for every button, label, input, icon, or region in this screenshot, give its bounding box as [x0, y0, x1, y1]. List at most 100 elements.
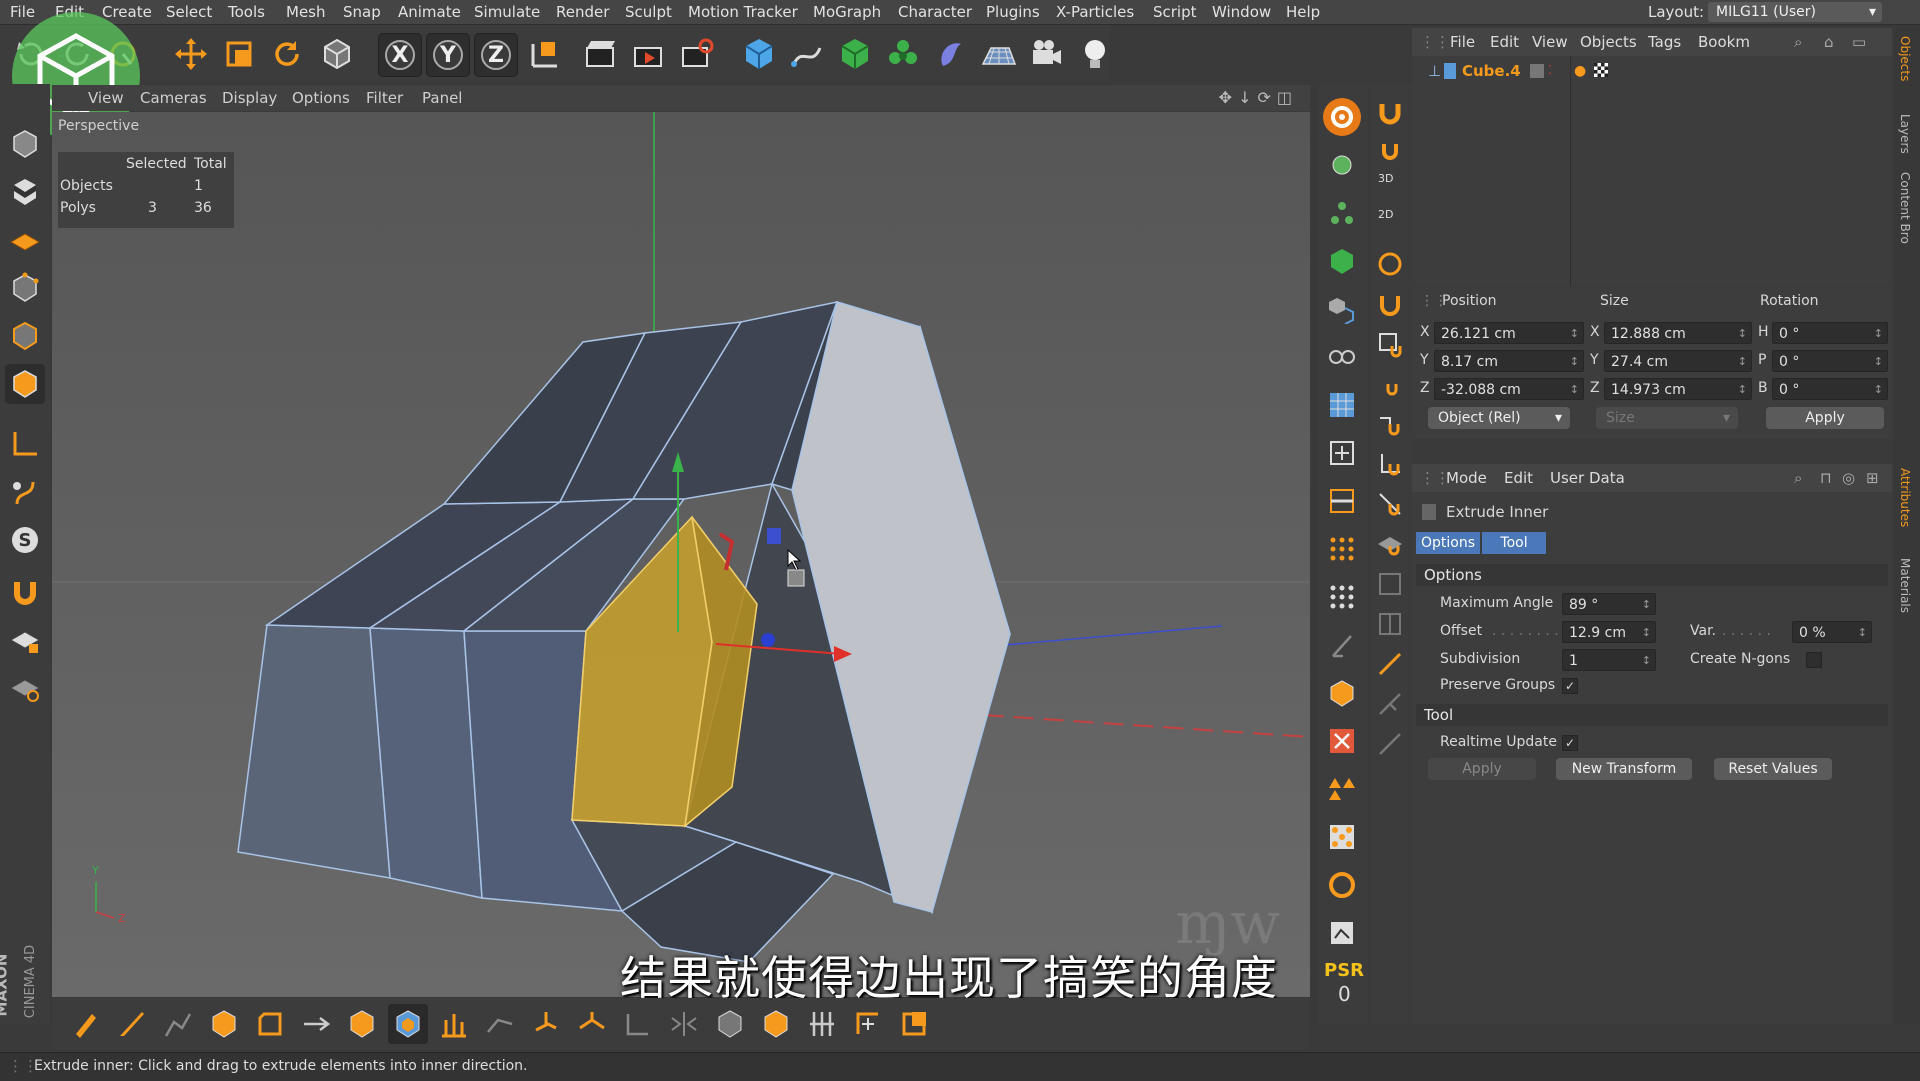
offset-field[interactable]: 12.9 cm — [1562, 621, 1656, 644]
sculpt-button[interactable] — [1323, 98, 1361, 136]
menu-window[interactable]: Window — [1212, 3, 1271, 21]
size-mode-select[interactable]: Size ▾ — [1596, 407, 1738, 429]
target-icon[interactable]: ◎ — [1842, 469, 1855, 487]
polygon-pen-button[interactable] — [158, 1004, 198, 1044]
subdivision-field[interactable]: 1 — [1562, 649, 1656, 672]
max-angle-field[interactable]: 89 ° — [1562, 593, 1656, 616]
om-menu-objects[interactable]: Objects — [1580, 33, 1637, 51]
snap-button[interactable] — [5, 572, 45, 612]
workplane-button[interactable] — [5, 220, 45, 260]
search-icon[interactable]: ⌕ — [1794, 469, 1802, 487]
matrix-extrude-button[interactable] — [434, 1004, 474, 1044]
menu-help[interactable]: Help — [1286, 3, 1320, 21]
instance-button[interactable] — [1323, 290, 1361, 328]
workplane-lock-button[interactable] — [5, 620, 45, 660]
size-y-field[interactable]: 27.4 cm — [1604, 350, 1752, 373]
new-transform-button[interactable]: New Transform — [1556, 758, 1692, 780]
points-mode-button[interactable] — [5, 268, 45, 308]
menu-tools[interactable]: Tools — [228, 3, 265, 21]
planar-workplane-button[interactable] — [5, 668, 45, 708]
tab-options[interactable]: Options — [1416, 532, 1480, 554]
z-axis-lock-button[interactable]: Z — [474, 33, 518, 77]
menu-render[interactable]: Render — [556, 3, 609, 21]
coordinate-mode-select[interactable]: Object (Rel) ▾ — [1428, 407, 1570, 429]
viewport-scene[interactable] — [52, 112, 1310, 997]
material-tag-icon[interactable] — [1594, 63, 1608, 77]
viewport-menu-view[interactable]: View — [88, 89, 124, 107]
rotate-tool-button[interactable] — [266, 33, 308, 75]
axis-mode-button[interactable] — [5, 424, 45, 464]
snap-toggle-button[interactable] — [1374, 98, 1406, 130]
object-name[interactable]: Cube.4 — [1462, 62, 1521, 80]
om-menu-view[interactable]: View — [1532, 33, 1568, 51]
menu-x-particles[interactable]: X-Particles — [1056, 3, 1134, 21]
render-settings-button[interactable] — [676, 33, 718, 75]
keyframe-button[interactable] — [1323, 914, 1361, 952]
rotation-p-field[interactable]: 0 ° — [1772, 350, 1888, 373]
y-axis-lock-button[interactable]: Y — [426, 33, 470, 77]
om-menu-bookmarks[interactable]: Bookm — [1698, 33, 1750, 51]
rotation-b-field[interactable]: 0 ° — [1772, 378, 1888, 401]
add-mograph-button[interactable] — [882, 33, 924, 75]
knife-button[interactable] — [112, 1004, 152, 1044]
attr-menu-mode[interactable]: Mode — [1446, 469, 1487, 487]
triangles-button[interactable] — [1323, 770, 1361, 808]
pattern-button[interactable] — [1323, 818, 1361, 856]
tweak-mode-button[interactable] — [5, 472, 45, 512]
recycle-button[interactable] — [1323, 866, 1361, 904]
menu-select[interactable]: Select — [166, 3, 212, 21]
side-tab-materials[interactable]: Materials — [1898, 558, 1912, 613]
smooth-shift-button[interactable] — [480, 1004, 520, 1044]
cube-orange-button[interactable] — [1323, 674, 1361, 712]
preserve-groups-checkbox[interactable]: ✓ — [1562, 678, 1578, 694]
menu-simulate[interactable]: Simulate — [474, 3, 540, 21]
om-menu-edit[interactable]: Edit — [1490, 33, 1519, 51]
position-x-field[interactable]: 26.121 cm — [1434, 322, 1584, 345]
make-editable-button[interactable] — [5, 124, 45, 164]
var-field[interactable]: 0 % — [1792, 621, 1872, 644]
visibility-dots-icon[interactable]: ⁚ — [1548, 63, 1552, 77]
menu-character[interactable]: Character — [898, 3, 972, 21]
lock-icon[interactable]: ⊓ — [1820, 469, 1832, 487]
x-axis-lock-button[interactable]: X — [378, 33, 422, 77]
object-row[interactable]: ⊥ Cube.4 ⁚ ● — [1418, 62, 1886, 84]
menu-script[interactable]: Script — [1153, 3, 1197, 21]
viewport-menu-options[interactable]: Options — [292, 89, 350, 107]
layout-select[interactable]: MILG11 (User) ▾ — [1708, 2, 1882, 22]
viewport-nav-icons[interactable]: ✥↓⟳◫ — [1219, 88, 1298, 107]
brush-button[interactable] — [66, 1004, 106, 1044]
weld-button[interactable] — [756, 1004, 796, 1044]
om-menu-tags[interactable]: Tags — [1648, 33, 1681, 51]
slide-button[interactable] — [802, 1004, 842, 1044]
rotation-h-field[interactable]: 0 ° — [1772, 322, 1888, 345]
move-tool-button[interactable] — [170, 33, 212, 75]
snap-quantize-button[interactable] — [1374, 728, 1406, 760]
render-view-button[interactable] — [580, 33, 622, 75]
menu-mesh[interactable]: Mesh — [286, 3, 326, 21]
coordinates-apply-button[interactable]: Apply — [1766, 407, 1884, 429]
panel-options-icon[interactable]: ▭ — [1852, 33, 1866, 51]
mograph-selection-button[interactable] — [1323, 242, 1361, 280]
snap-radial-button[interactable] — [1374, 248, 1406, 280]
size-x-field[interactable]: 12.888 cm — [1604, 322, 1752, 345]
snap-midpoint-button[interactable] — [1374, 488, 1406, 520]
realtime-update-checkbox[interactable]: ✓ — [1562, 735, 1578, 751]
pose-button[interactable] — [1323, 626, 1361, 664]
extrude-inner-active-button[interactable] — [388, 1004, 428, 1044]
add-camera-button[interactable] — [1026, 33, 1068, 75]
position-z-field[interactable]: -32.088 cm — [1434, 378, 1584, 401]
grid-button[interactable] — [1323, 386, 1361, 424]
bevel-button[interactable] — [250, 1004, 290, 1044]
stitch-button[interactable] — [894, 1004, 934, 1044]
side-tab-attributes[interactable]: Attributes — [1898, 468, 1912, 527]
auto-snap-button[interactable] — [1374, 134, 1406, 166]
normal-move-button[interactable] — [526, 1004, 566, 1044]
menu-sculpt[interactable]: Sculpt — [625, 3, 672, 21]
dots-grid-white-button[interactable] — [1323, 578, 1361, 616]
menu-snap[interactable]: Snap — [343, 3, 381, 21]
polygons-mode-button[interactable] — [5, 364, 45, 404]
scale-tool-button[interactable] — [218, 33, 260, 75]
extrude-button[interactable] — [204, 1004, 244, 1044]
new-panel-icon[interactable]: ⊞ — [1866, 469, 1879, 487]
size-z-field[interactable]: 14.973 cm — [1604, 378, 1752, 401]
